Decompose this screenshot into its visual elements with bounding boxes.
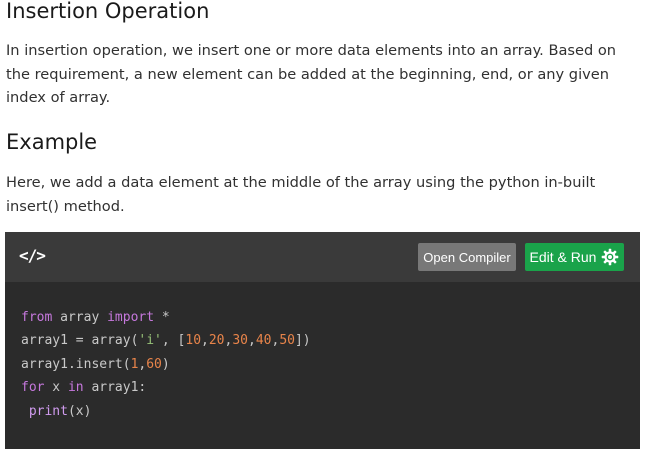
code-line: print(x) — [21, 400, 311, 423]
code-token: ) — [161, 356, 170, 372]
gear-icon — [602, 248, 619, 266]
open-compiler-button[interactable]: Open Compiler — [418, 243, 516, 271]
code-token: 30 — [232, 333, 248, 349]
code-token: print — [28, 403, 68, 419]
edit-run-button[interactable]: Edit & Run — [525, 243, 624, 271]
section-title: Insertion Operation — [6, 0, 210, 23]
code-token: , — [201, 333, 209, 349]
section-paragraph: In insertion operation, we insert one or… — [6, 42, 617, 106]
code-token: 'i' — [138, 333, 162, 349]
code-token: (x) — [67, 403, 92, 419]
code-icon: </> — [19, 246, 46, 265]
code-token: 50 — [279, 333, 295, 349]
code-line: for x in array1: — [21, 376, 311, 399]
code-token: ]) — [294, 333, 311, 349]
code-token: , [ — [161, 333, 186, 349]
code-token: array — [52, 310, 108, 325]
code-token: 20 — [208, 333, 225, 349]
code-token: from — [21, 310, 53, 325]
code-token: 60 — [146, 356, 162, 372]
code-line: array1 = array('i', [10,20,30,40,50]) — [21, 329, 311, 352]
code-block-header: </> Open Compiler Edit & Run — [5, 232, 640, 282]
example-title: Example — [6, 130, 98, 154]
code-token: * — [154, 310, 170, 325]
edit-run-label: Edit & Run — [529, 249, 597, 265]
code-token: array1: — [83, 380, 147, 396]
code-line: array1.insert(1,60) — [21, 353, 311, 376]
code-token: for — [21, 380, 45, 396]
code-line: from array import * — [21, 306, 311, 329]
code-token: array1.insert( — [21, 356, 131, 372]
code-token: 10 — [185, 333, 202, 349]
code-block: </> Open Compiler Edit & Run from array … — [5, 232, 640, 449]
code-token: in — [67, 380, 84, 396]
example-paragraph: Here, we add a data element at the middl… — [6, 174, 596, 215]
code-token: array1 = array( — [21, 333, 139, 349]
code-token: 40 — [255, 333, 272, 349]
code-token: import — [107, 310, 155, 325]
code-token: x — [44, 380, 68, 396]
code-token: , — [248, 333, 256, 349]
code-content: from array import * array1 = array('i', [… — [21, 306, 311, 423]
